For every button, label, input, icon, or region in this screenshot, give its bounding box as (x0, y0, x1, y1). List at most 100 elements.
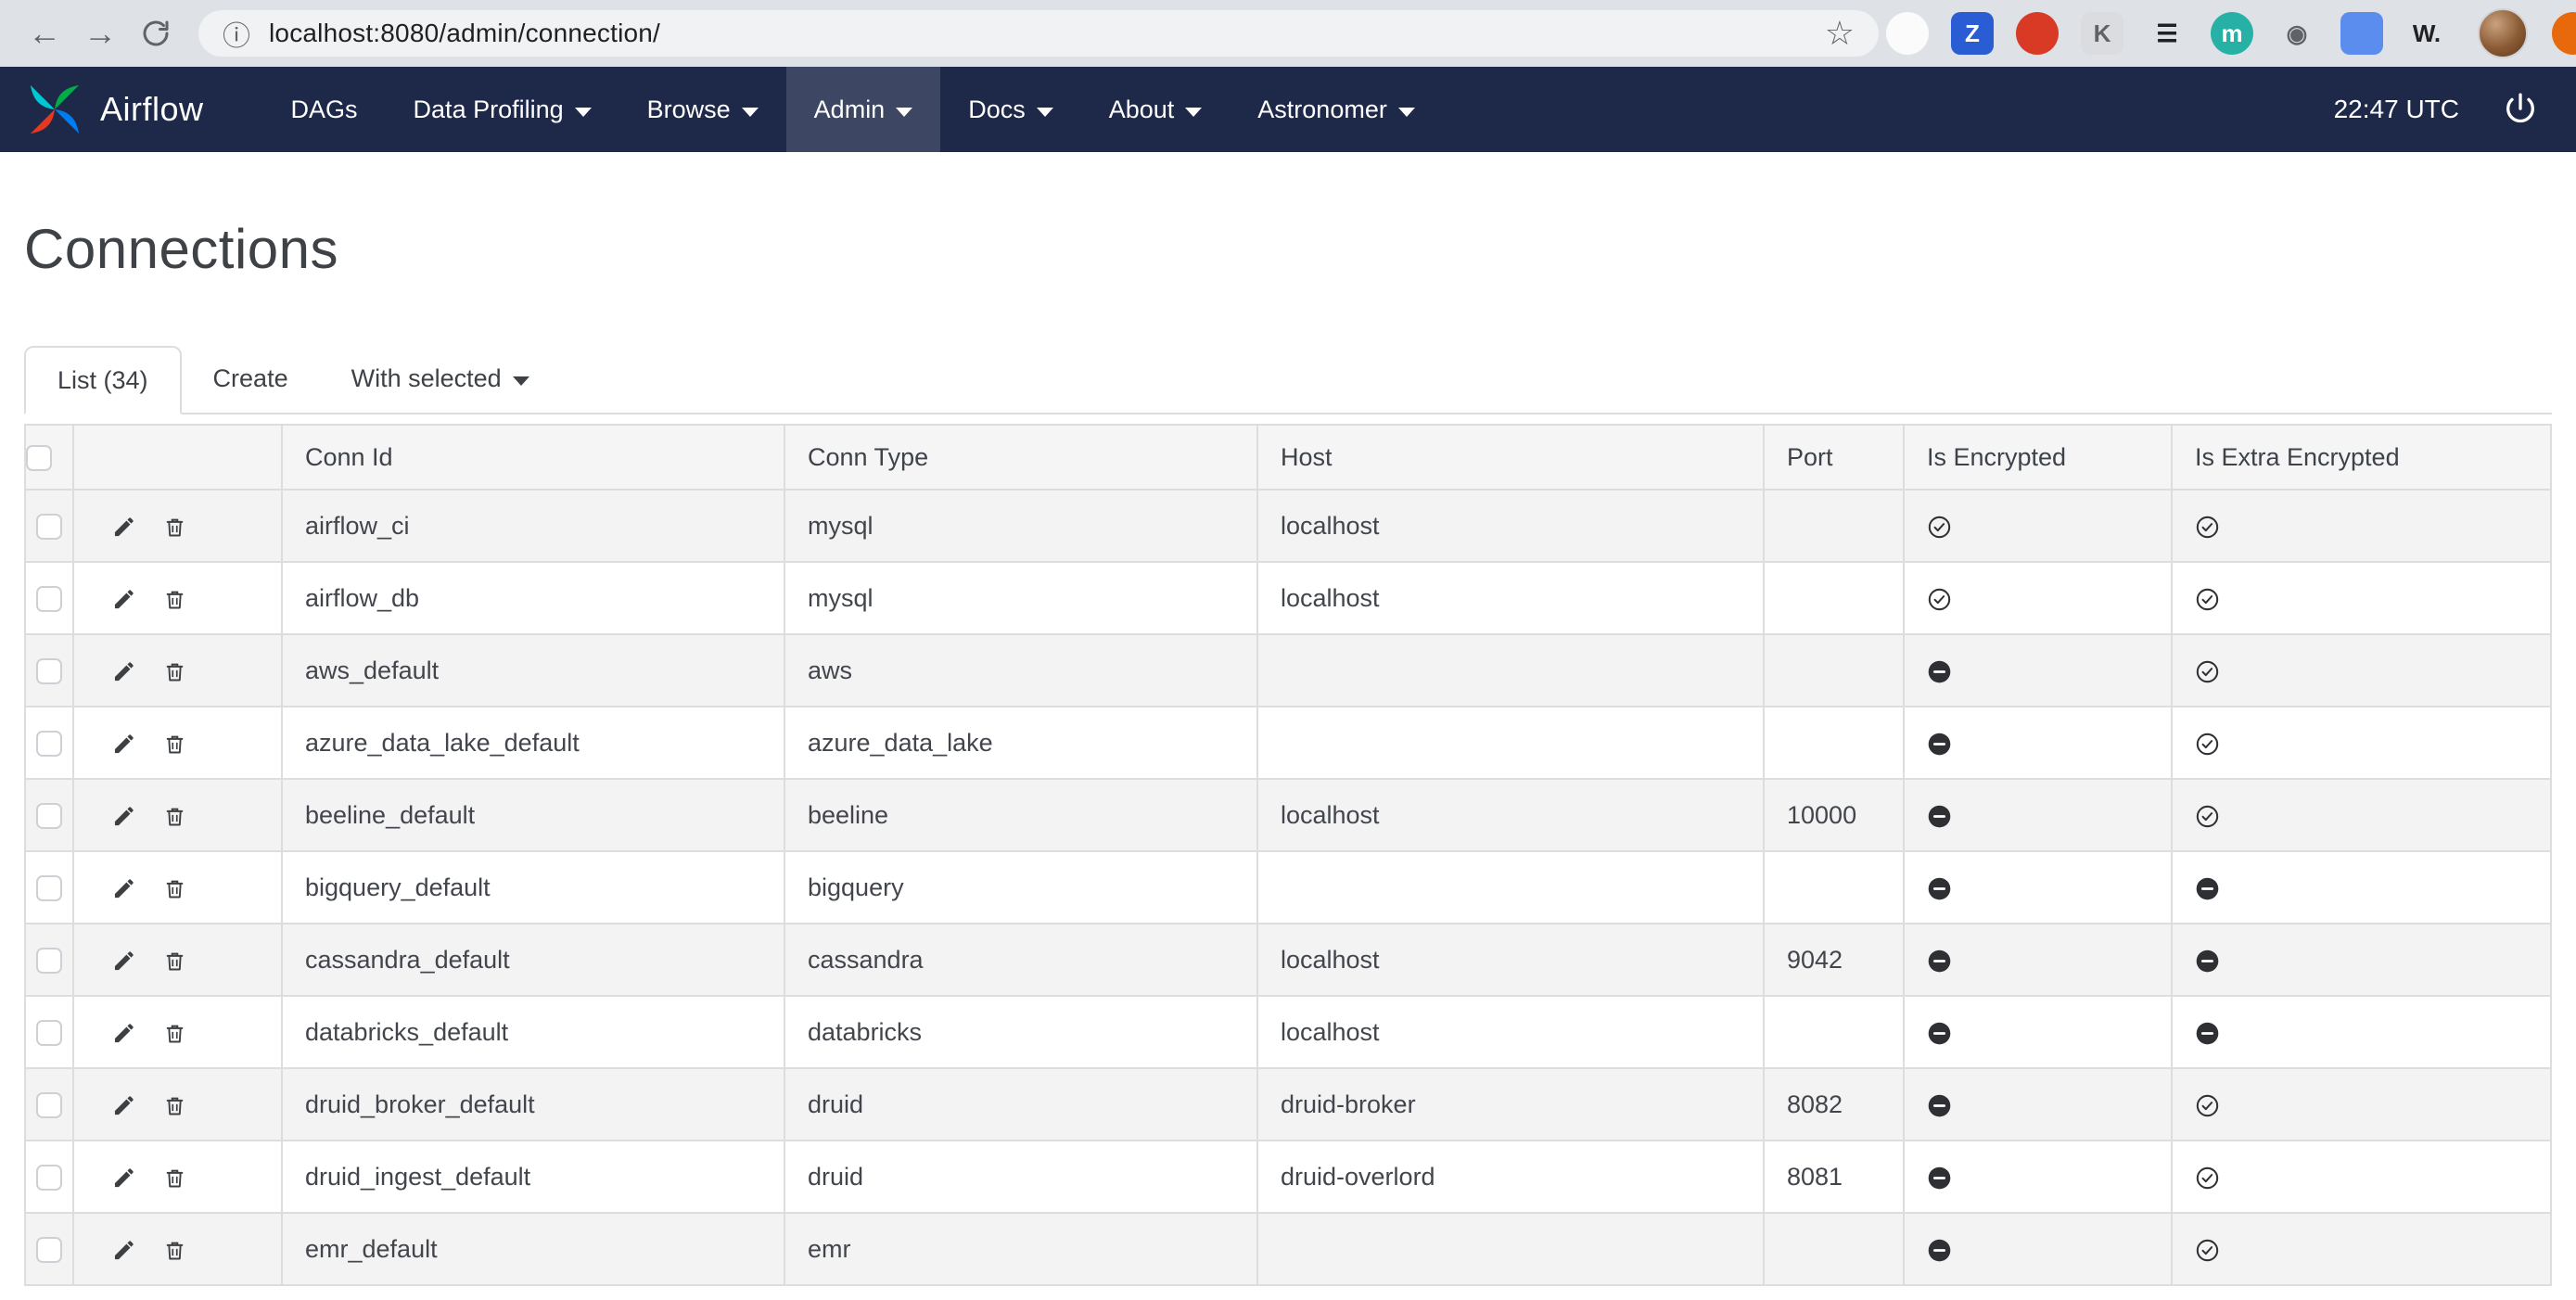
cell-is-extra-encrypted (2172, 924, 2551, 996)
nav-item-label: About (1109, 96, 1175, 124)
tab-list-34[interactable]: List (34) (24, 346, 182, 414)
bookmark-star-icon[interactable]: ☆ (1825, 14, 1855, 53)
row-checkbox[interactable] (36, 875, 62, 901)
edit-button[interactable] (111, 1166, 136, 1191)
address-bar[interactable]: ⓘ localhost:8080/admin/connection/ ☆ (198, 10, 1879, 57)
row-checkbox[interactable] (36, 1092, 62, 1118)
adblock-extension-icon[interactable] (2016, 12, 2059, 55)
nav-item-about[interactable]: About (1081, 67, 1231, 152)
cell-is-extra-encrypted (2172, 1213, 2551, 1285)
edit-button[interactable] (111, 804, 136, 829)
delete-button[interactable] (162, 876, 187, 901)
row-select-cell (25, 779, 73, 851)
check-circle-icon (1927, 515, 1952, 540)
minus-circle-icon (1927, 876, 1952, 901)
row-checkbox[interactable] (36, 948, 62, 974)
minus-circle-icon (2195, 949, 2220, 974)
edit-button[interactable] (111, 949, 136, 974)
delete-button[interactable] (162, 1093, 187, 1118)
nav-item-dags[interactable]: DAGs (263, 67, 386, 152)
edit-button[interactable] (111, 1238, 136, 1263)
row-checkbox[interactable] (36, 731, 62, 757)
browser-reload-button[interactable] (132, 9, 180, 57)
cell-conn-type: beeline (784, 779, 1257, 851)
site-info-icon[interactable]: ⓘ (223, 13, 250, 54)
browser-back-button[interactable]: ← (20, 9, 69, 57)
extensions-area: Z K ☰ m ◉ W. (1886, 12, 2448, 55)
camera-extension-icon[interactable]: ◉ (2276, 12, 2318, 55)
delete-button[interactable] (162, 515, 187, 540)
nav-item-label: Astronomer (1257, 96, 1387, 124)
w-extension-icon[interactable]: W. (2405, 12, 2448, 55)
row-checkbox[interactable] (36, 1165, 62, 1191)
gray-extension-icon[interactable]: K (2081, 12, 2123, 55)
edit-button[interactable] (111, 515, 136, 540)
select-all-header (25, 425, 73, 490)
blue-extension-icon[interactable] (2340, 12, 2383, 55)
delete-button[interactable] (162, 659, 187, 684)
edit-button[interactable] (111, 732, 136, 757)
edit-button[interactable] (111, 587, 136, 612)
cell-is-encrypted (1904, 1213, 2172, 1285)
select-all-checkbox[interactable] (26, 445, 52, 471)
cell-conn-id: airflow_ci (282, 490, 784, 562)
trash-icon (162, 1021, 187, 1046)
delete-button[interactable] (162, 949, 187, 974)
caret-down-icon (575, 108, 592, 117)
nav-item-label: Admin (814, 96, 886, 124)
edit-button[interactable] (111, 1093, 136, 1118)
nav-item-astronomer[interactable]: Astronomer (1230, 67, 1443, 152)
edit-button[interactable] (111, 659, 136, 684)
check-circle-icon (1927, 515, 1952, 540)
row-checkbox[interactable] (36, 586, 62, 612)
nav-item-docs[interactable]: Docs (940, 67, 1081, 152)
cell-is-extra-encrypted (2172, 851, 2551, 924)
delete-button[interactable] (162, 804, 187, 829)
cell-is-encrypted (1904, 851, 2172, 924)
row-actions-cell (73, 851, 282, 924)
row-select-cell (25, 851, 73, 924)
nav-item-browse[interactable]: Browse (619, 67, 786, 152)
delete-button[interactable] (162, 1238, 187, 1263)
airflow-brand[interactable]: Airflow (0, 67, 230, 152)
row-actions-cell (73, 1141, 282, 1213)
row-select-cell (25, 562, 73, 634)
minus-circle-icon (1927, 804, 1952, 829)
nav-item-admin[interactable]: Admin (786, 67, 941, 152)
browser-forward-button[interactable]: → (76, 9, 124, 57)
row-checkbox[interactable] (36, 803, 62, 829)
pencil-icon (111, 1021, 136, 1046)
caret-down-icon (513, 376, 529, 386)
cell-is-extra-encrypted (2172, 996, 2551, 1068)
delete-button[interactable] (162, 732, 187, 757)
tab-with-selected[interactable]: With selected (320, 344, 561, 413)
page-content: Connections List (34)CreateWith selected… (0, 217, 2576, 1286)
delete-button[interactable] (162, 1166, 187, 1191)
edit-button[interactable] (111, 876, 136, 901)
cell-conn-type: mysql (784, 562, 1257, 634)
zotero-extension-icon[interactable]: Z (1951, 12, 1994, 55)
table-row: emr_defaultemr (25, 1213, 2551, 1285)
profile-avatar[interactable] (2478, 8, 2528, 58)
cell-conn-type: azure_data_lake (784, 707, 1257, 779)
brand-label: Airflow (100, 90, 204, 129)
row-checkbox[interactable] (36, 658, 62, 684)
row-checkbox[interactable] (36, 514, 62, 540)
cell-conn-type: cassandra (784, 924, 1257, 996)
browser-edge-icon[interactable] (2552, 12, 2576, 55)
delete-button[interactable] (162, 587, 187, 612)
tabs: List (34)CreateWith selected (24, 344, 2552, 414)
logout-power-button[interactable] (2502, 91, 2539, 128)
edit-button[interactable] (111, 1021, 136, 1046)
nav-item-data-profiling[interactable]: Data Profiling (386, 67, 619, 152)
check-circle-icon (2195, 1238, 2220, 1263)
layers-extension-icon[interactable]: ☰ (2146, 12, 2188, 55)
tab-create[interactable]: Create (182, 344, 320, 413)
delete-button[interactable] (162, 1021, 187, 1046)
row-select-cell (25, 1068, 73, 1141)
row-checkbox[interactable] (36, 1020, 62, 1046)
cell-conn-type: druid (784, 1141, 1257, 1213)
row-checkbox[interactable] (36, 1237, 62, 1263)
teal-extension-icon[interactable]: m (2211, 12, 2253, 55)
circle-extension-icon[interactable] (1886, 12, 1929, 55)
